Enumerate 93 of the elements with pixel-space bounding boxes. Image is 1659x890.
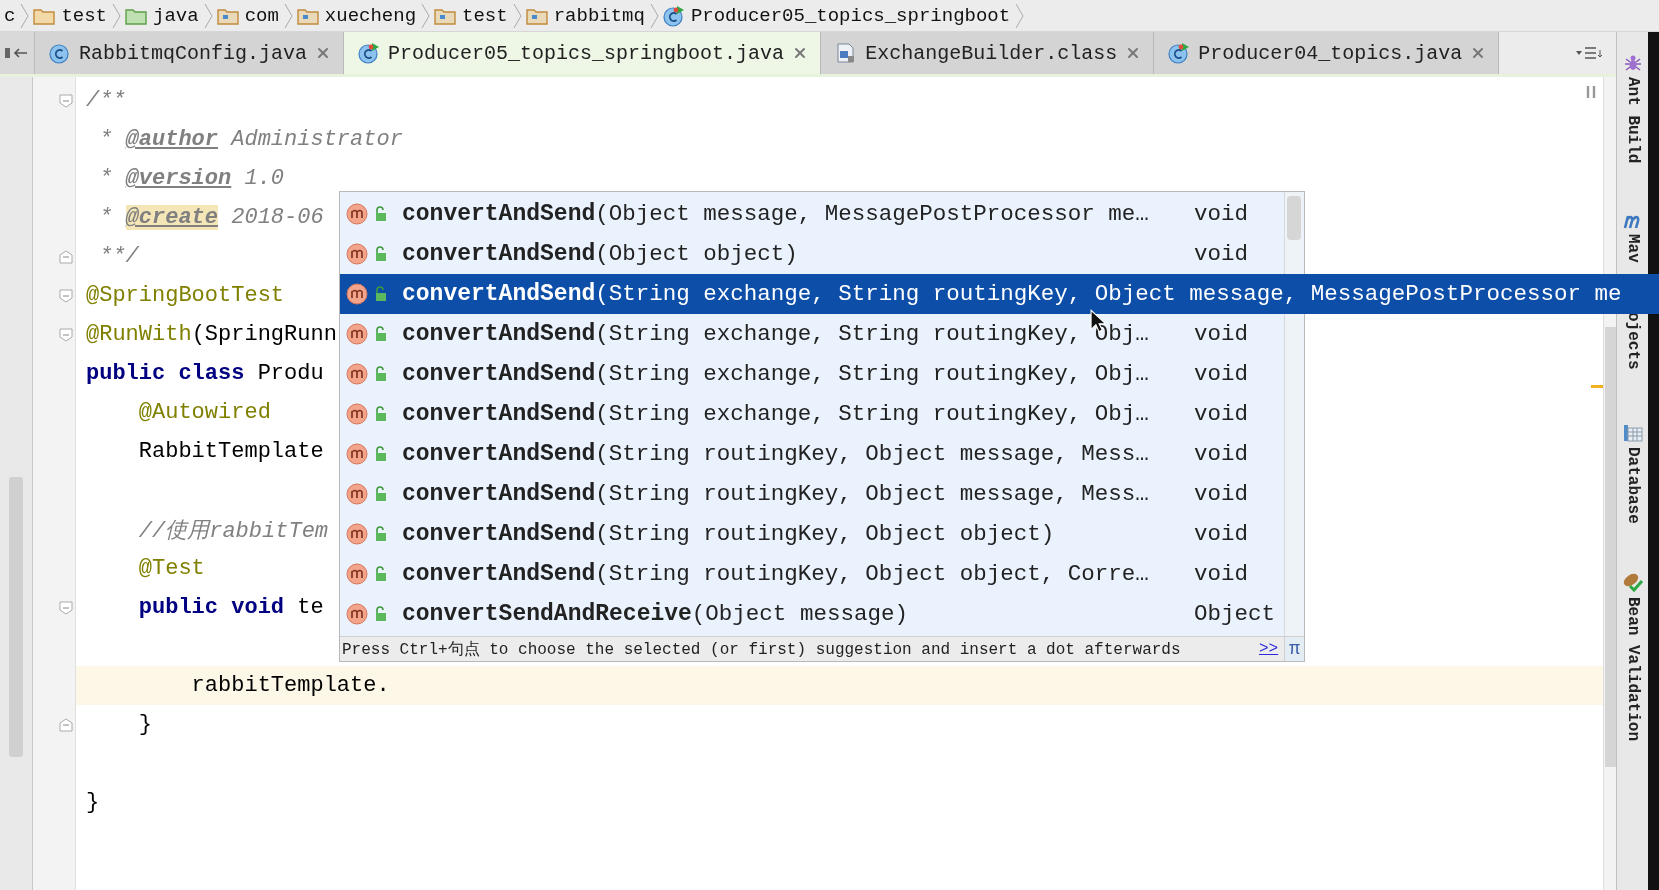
code-line: /** bbox=[86, 88, 126, 113]
lock-icon bbox=[374, 566, 388, 582]
lock-icon bbox=[374, 206, 388, 222]
lock-icon bbox=[374, 366, 388, 382]
code-line: @SpringBootTest bbox=[86, 283, 285, 308]
code-line: RabbitTemplate bbox=[137, 439, 324, 464]
pi-button[interactable]: π bbox=[1284, 637, 1304, 661]
completion-item[interactable]: convertAndSend(String exchange, String routingKey, Object message, MessagePostProcessor me bbox=[340, 274, 1659, 314]
lock-icon bbox=[374, 286, 388, 302]
lock-icon bbox=[374, 486, 388, 502]
breadcrumb-item[interactable]: com bbox=[212, 0, 283, 31]
editor-tab[interactable]: RabbitmqConfig.java bbox=[35, 32, 345, 74]
code-line: rabbitTemplate. bbox=[190, 673, 390, 698]
method-icon bbox=[346, 403, 368, 425]
breadcrumb-item[interactable]: java bbox=[121, 0, 203, 31]
code-line: * @author Administrator bbox=[98, 127, 403, 152]
completion-item[interactable]: convertAndSend(String routingKey, Object object) void bbox=[340, 514, 1284, 554]
tool-window-button[interactable]: Bean Validation bbox=[1621, 570, 1644, 741]
lock-icon bbox=[374, 606, 388, 622]
class-icon bbox=[49, 42, 71, 64]
tab-list-icon[interactable] bbox=[1576, 46, 1604, 60]
method-icon bbox=[346, 283, 368, 305]
method-icon bbox=[346, 523, 368, 545]
bug-icon bbox=[1622, 53, 1643, 73]
folder-icon bbox=[216, 6, 239, 25]
scrollbar-thumb[interactable] bbox=[1287, 196, 1301, 240]
lock-icon bbox=[374, 446, 388, 462]
scrollbar-thumb[interactable] bbox=[1604, 327, 1616, 767]
completion-item[interactable]: convertAndSend(String exchange, String routingKey, Obj… void bbox=[340, 314, 1284, 354]
method-icon bbox=[346, 363, 368, 385]
breadcrumb-item[interactable]: xuecheng bbox=[292, 0, 421, 31]
method-icon bbox=[346, 323, 368, 345]
completion-item[interactable]: convertAndSend(String routingKey, Object message, Mess… void bbox=[340, 434, 1284, 474]
code-line: **/ bbox=[98, 244, 139, 269]
breadcrumb-item[interactable]: test bbox=[29, 0, 111, 31]
breadcrumb-item[interactable]: test bbox=[430, 0, 512, 31]
tool-window-button[interactable]: Ant Build bbox=[1622, 53, 1643, 164]
tool-window-button[interactable]: ojects bbox=[1623, 312, 1642, 370]
hint-text: Press Ctrl+句点 to choose the selected (or first) suggestion and insert a dot afterwards bbox=[342, 639, 1182, 660]
tool-window-button[interactable]: Mav bbox=[1621, 212, 1644, 264]
completion-item[interactable]: convertAndSend(Object object) void bbox=[340, 234, 1284, 274]
fold-marker-icon[interactable] bbox=[59, 249, 73, 264]
code-line: } bbox=[86, 790, 100, 815]
code-line: @Autowired bbox=[137, 400, 271, 425]
class-icon bbox=[662, 4, 685, 27]
code-line: //使用rabbitTem bbox=[137, 517, 329, 545]
folder-icon bbox=[296, 6, 319, 25]
breadcrumb-item[interactable]: rabbitmq bbox=[521, 0, 649, 31]
pause-icon[interactable] bbox=[1585, 85, 1597, 99]
code-line: public class Produ bbox=[86, 361, 324, 386]
fold-marker-icon[interactable] bbox=[59, 717, 73, 732]
database-icon bbox=[1621, 422, 1644, 443]
editor-tab[interactable]: Producer05_topics_springboot.java bbox=[344, 32, 822, 74]
completion-item[interactable]: convertAndSend(String routingKey, Object message, Mess… void bbox=[340, 474, 1284, 514]
fold-marker-icon[interactable] bbox=[59, 600, 73, 615]
editor-tab[interactable]: Producer04_topics.java bbox=[1154, 32, 1500, 74]
code-line: public void te bbox=[137, 595, 324, 620]
lock-icon bbox=[374, 526, 388, 542]
method-icon bbox=[346, 603, 368, 625]
fold-marker-icon[interactable] bbox=[59, 327, 73, 342]
folder-icon bbox=[125, 6, 147, 25]
method-icon bbox=[346, 483, 368, 505]
folder-icon bbox=[525, 6, 548, 25]
code-line: @RunWith(SpringRunn bbox=[86, 322, 337, 347]
lock-icon bbox=[374, 246, 388, 262]
code-line: } bbox=[137, 712, 152, 737]
class-icon bbox=[1168, 42, 1191, 64]
breadcrumb-item[interactable]: Producer05_topics_springboot bbox=[658, 0, 1015, 31]
method-icon bbox=[346, 243, 368, 265]
folder-icon bbox=[434, 6, 457, 25]
fold-marker-icon[interactable] bbox=[59, 288, 73, 303]
lock-icon bbox=[374, 406, 388, 422]
method-icon bbox=[346, 563, 368, 585]
collapse-icon[interactable] bbox=[5, 46, 29, 60]
completion-item[interactable]: convertSendAndReceive(Object message) Object bbox=[340, 594, 1284, 634]
completion-item[interactable]: convertAndSend(String routingKey, Object object, Corre… void bbox=[340, 554, 1284, 594]
class-icon bbox=[358, 42, 381, 64]
code-line: * @version 1.0 bbox=[98, 166, 285, 191]
editor-tab[interactable]: ExchangeBuilder.class bbox=[821, 32, 1155, 74]
completion-item[interactable]: convertAndSend(Object message, MessagePostProcessor me… void bbox=[340, 194, 1284, 234]
fold-marker-icon[interactable] bbox=[59, 93, 73, 108]
lock-icon bbox=[374, 326, 388, 342]
tool-window-button[interactable]: Database bbox=[1621, 422, 1644, 524]
method-icon bbox=[346, 203, 368, 225]
warning-marker[interactable] bbox=[1591, 385, 1603, 388]
breadcrumb-item[interactable]: c bbox=[0, 0, 20, 31]
method-icon bbox=[346, 443, 368, 465]
completion-item[interactable]: convertAndSend(String exchange, String routingKey, Obj… void bbox=[340, 394, 1284, 434]
scrollbar-thumb[interactable] bbox=[9, 477, 23, 757]
code-line: @Test bbox=[137, 556, 205, 581]
folder-icon bbox=[33, 6, 56, 25]
more-link[interactable]: >> bbox=[1259, 640, 1279, 658]
completion-item[interactable]: convertAndSend(String exchange, String routingKey, Obj… void bbox=[340, 354, 1284, 394]
